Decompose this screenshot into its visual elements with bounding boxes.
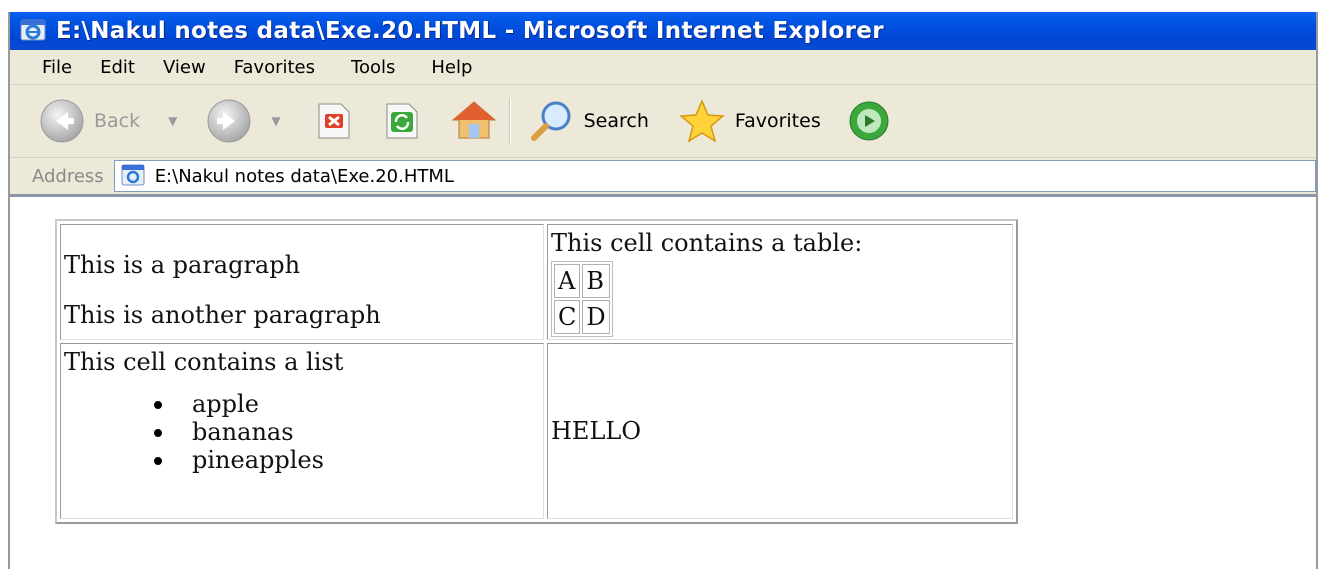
cell-heading: This cell contains a table: [551,229,863,257]
favorites-star-icon [678,99,725,143]
search-button[interactable]: Search [528,98,649,144]
hello-text: HELLO [551,417,641,445]
menu-view[interactable]: View [163,57,234,78]
window-title: E:\Nakul notes data\Exe.20.HTML - Micros… [56,18,884,44]
media-icon [849,101,889,141]
menu-tools[interactable]: Tools [351,57,431,78]
inner-table: A B C D [551,261,613,337]
media-button[interactable] [847,99,891,143]
stop-button[interactable] [313,100,355,142]
menu-favorites[interactable]: Favorites [234,57,351,78]
address-label: Address [32,165,104,187]
address-bar: Address E:\Nakul notes data\Exe.20.HTML [10,158,1316,197]
back-dropdown-icon[interactable]: ▼ [168,114,177,128]
ie-icon [20,19,46,41]
toolbar-separator [508,99,510,143]
layout-table: This is a paragraph This is another para… [55,219,1018,524]
forward-dropdown-icon[interactable]: ▼ [271,114,280,128]
address-input[interactable]: E:\Nakul notes data\Exe.20.HTML [113,160,1316,192]
menu-edit[interactable]: Edit [100,57,163,78]
list-item: bananas [154,418,540,446]
nested-table-cell: This cell contains a table: A B C D [547,224,1013,340]
forward-arrow-icon [207,99,251,143]
paragraph: This is a paragraph [64,251,301,279]
table-cell: D [582,300,610,334]
menu-file[interactable]: File [10,57,100,78]
page-content: This is a paragraph This is another para… [10,197,1316,569]
table-row: C D [554,300,610,334]
cell-heading: This cell contains a list [64,348,344,376]
table-row: A B [554,264,610,298]
paragraph-cell: This is a paragraph This is another para… [60,224,544,340]
toolbar: Back ▼ ▼ Search Favorites [10,85,1316,158]
fruit-list: apple bananas pineapples [64,390,540,474]
menu-bar: File Edit View Favorites Tools Help [10,50,1316,85]
favorites-button[interactable]: Favorites [677,98,821,144]
back-button[interactable]: Back [38,97,140,145]
address-value: E:\Nakul notes data\Exe.20.HTML [154,165,454,187]
hello-cell: HELLO [547,343,1013,519]
search-label: Search [583,110,649,132]
list-item: apple [154,390,540,418]
favorites-label: Favorites [734,110,821,132]
table-cell: B [582,264,610,298]
stop-icon [318,103,350,139]
refresh-icon [386,103,418,139]
list-cell: This cell contains a list apple bananas … [60,343,544,519]
table-cell: A [554,264,581,298]
back-arrow-icon [40,99,84,143]
page-icon [121,164,145,186]
browser-window: E:\Nakul notes data\Exe.20.HTML - Micros… [8,12,1318,569]
back-label: Back [94,110,141,132]
paragraph: This is another paragraph [64,301,381,329]
search-icon [530,101,571,141]
list-item: pineapples [154,446,540,474]
title-bar: E:\Nakul notes data\Exe.20.HTML - Micros… [10,12,1316,50]
home-icon [451,101,496,139]
home-button[interactable] [449,98,499,144]
forward-button[interactable] [205,97,253,145]
table-row: This is a paragraph This is another para… [60,224,1013,340]
refresh-button[interactable] [381,100,423,142]
menu-help[interactable]: Help [431,57,500,78]
table-row: This cell contains a list apple bananas … [60,343,1013,519]
table-cell: C [554,300,581,334]
